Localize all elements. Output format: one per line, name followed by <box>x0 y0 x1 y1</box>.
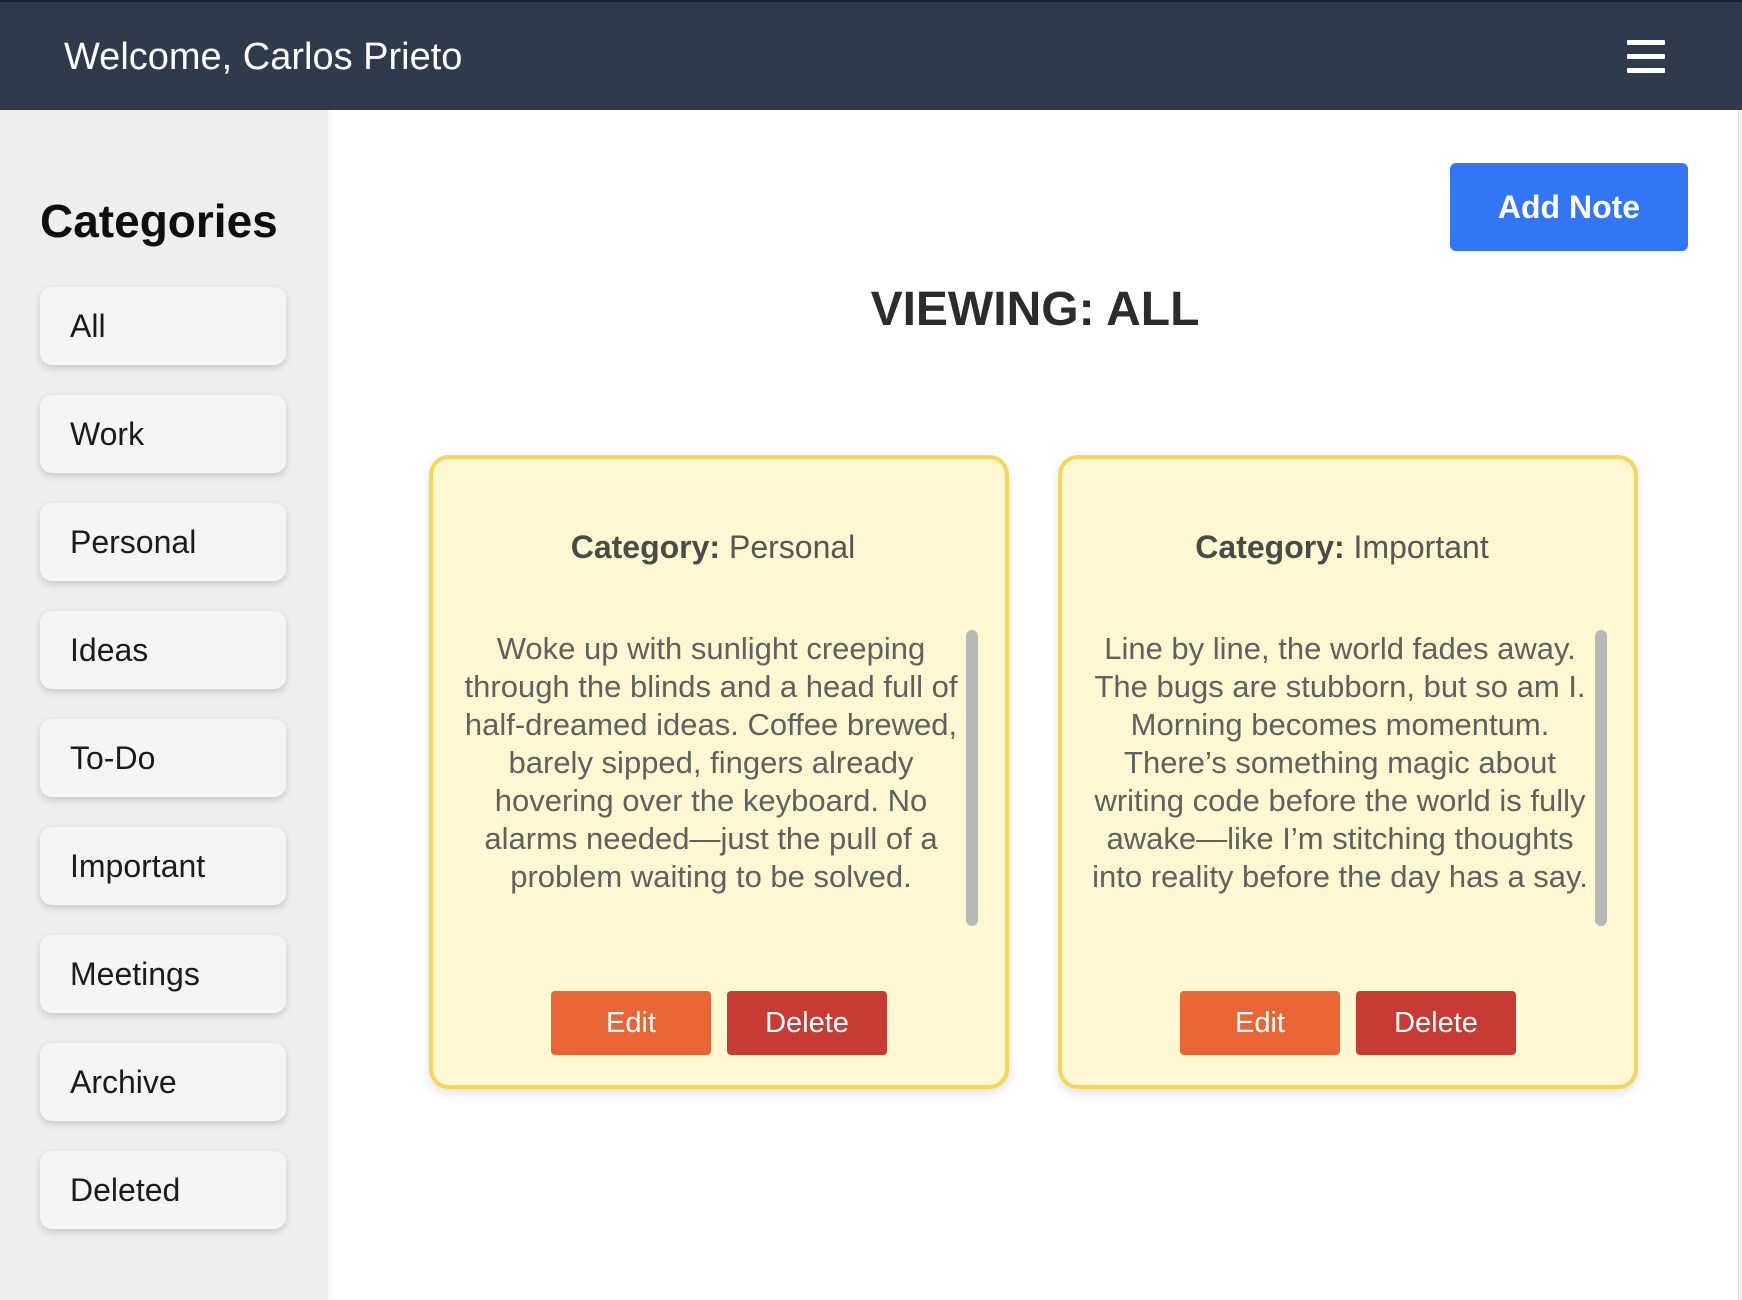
note-card: Category: Personal Woke up with sunlight… <box>429 455 1009 1089</box>
window-edge <box>1738 110 1742 1300</box>
note-category-label: Category: <box>1195 529 1345 565</box>
note-body-scroll[interactable]: Woke up with sunlight creeping through t… <box>461 626 961 924</box>
sidebar-item-all[interactable]: All <box>40 287 286 365</box>
sidebar-item-important[interactable]: Important <box>40 827 286 905</box>
delete-button[interactable]: Delete <box>1356 991 1516 1055</box>
note-body-scroll[interactable]: Line by line, the world fades away. The … <box>1090 626 1590 924</box>
welcome-message: Welcome, Carlos Prieto <box>64 36 463 78</box>
note-actions: Edit Delete <box>1180 991 1516 1055</box>
note-category: Category: Important <box>1062 529 1622 566</box>
sidebar-item-ideas[interactable]: Ideas <box>40 611 286 689</box>
note-category: Category: Personal <box>433 529 993 566</box>
sidebar-item-personal[interactable]: Personal <box>40 503 286 581</box>
page-title: VIEWING: ALL <box>870 283 1200 336</box>
edit-button[interactable]: Edit <box>1180 991 1340 1055</box>
categories-sidebar: Categories All Work Personal Ideas To-Do… <box>0 110 328 1300</box>
note-scrollbar[interactable] <box>966 630 978 926</box>
hamburger-menu-icon[interactable] <box>1620 34 1674 80</box>
sidebar-item-work[interactable]: Work <box>40 395 286 473</box>
note-scrollbar[interactable] <box>1595 630 1607 926</box>
sidebar-item-meetings[interactable]: Meetings <box>40 935 286 1013</box>
menu-bar-middle <box>1627 54 1665 59</box>
note-card: Category: Important Line by line, the wo… <box>1058 455 1638 1089</box>
sidebar-item-archive[interactable]: Archive <box>40 1043 286 1121</box>
sidebar-item-to-do[interactable]: To-Do <box>40 719 286 797</box>
add-note-button[interactable]: Add Note <box>1450 163 1688 251</box>
note-category-value: Personal <box>728 529 856 565</box>
sidebar-title: Categories <box>40 195 278 247</box>
notes-app: Welcome, Carlos Prieto Categories All Wo… <box>0 0 1742 1300</box>
note-body: Line by line, the world fades away. The … <box>1092 631 1588 894</box>
sidebar-item-deleted[interactable]: Deleted <box>40 1151 286 1229</box>
category-list: All Work Personal Ideas To-Do Important … <box>40 287 286 1259</box>
note-category-value: Important <box>1353 529 1489 565</box>
note-category-label: Category: <box>570 529 721 565</box>
delete-button[interactable]: Delete <box>727 991 887 1055</box>
menu-bar-bottom <box>1627 68 1665 73</box>
menu-bar-top <box>1627 40 1665 45</box>
edit-button[interactable]: Edit <box>551 991 711 1055</box>
top-header: Welcome, Carlos Prieto <box>0 0 1742 110</box>
note-actions: Edit Delete <box>551 991 887 1055</box>
note-body: Woke up with sunlight creeping through t… <box>464 631 958 894</box>
